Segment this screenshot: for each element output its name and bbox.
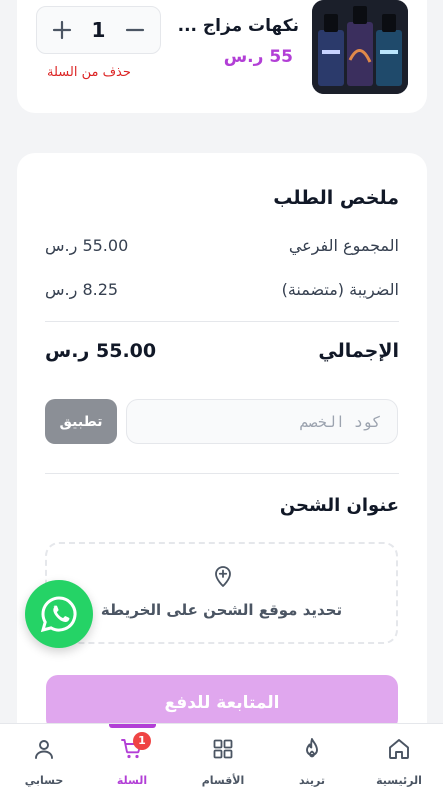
nav-label: الرئيسية	[376, 774, 422, 787]
nav-label: السلة	[116, 774, 148, 787]
map-location-label: تحديد موقع الشحن على الخريطة	[100, 601, 343, 619]
select-location-on-map-button[interactable]: تحديد موقع الشحن على الخريطة	[45, 542, 398, 644]
active-indicator	[109, 724, 156, 728]
nav-item-account[interactable]: حسابي	[0, 724, 88, 801]
subtotal-value: 55.00 ر.س	[45, 236, 129, 255]
home-icon	[389, 739, 409, 759]
shipping-title: عنوان الشحن	[279, 495, 399, 516]
apply-coupon-button[interactable]: تطبيق	[45, 399, 117, 444]
whatsapp-icon	[40, 596, 77, 633]
whatsapp-chat-button[interactable]	[25, 580, 93, 648]
subtotal-label: المجموع الفرعي	[288, 236, 399, 255]
nav-label: الأقسام	[201, 774, 245, 787]
increase-quantity-button[interactable]	[45, 13, 79, 47]
divider	[45, 321, 399, 322]
product-price: 55 ر.س	[223, 47, 293, 67]
nav-item-home[interactable]: الرئيسية	[355, 724, 443, 801]
cart-item-card: نكهات مزاج ... 55 ر.س 1 حذف من السلة	[17, 0, 427, 113]
cart-count-badge: 1	[133, 732, 151, 750]
total-label: الإجمالي	[318, 340, 399, 362]
grid-icon	[213, 739, 233, 759]
nav-item-trending[interactable]: تريند	[268, 724, 356, 801]
tax-value: 8.25 ر.س	[45, 280, 119, 299]
product-name[interactable]: نكهات مزاج ...	[178, 16, 299, 36]
quantity-value: 1	[91, 18, 106, 42]
total-value: 55.00 ر.س	[45, 340, 157, 362]
user-icon	[35, 740, 53, 759]
order-summary-card: ملخص الطلب المجموع الفرعي 55.00 ر.س الضر…	[17, 153, 427, 753]
product-image[interactable]	[312, 0, 408, 94]
minus-icon	[125, 28, 145, 32]
quantity-stepper: 1	[36, 6, 161, 54]
coupon-input[interactable]	[126, 399, 398, 444]
summary-title: ملخص الطلب	[273, 187, 399, 209]
nav-label: تريند	[299, 774, 325, 787]
flame-icon	[306, 738, 318, 758]
remove-from-cart-link[interactable]: حذف من السلة	[47, 65, 131, 80]
map-pin-plus-icon	[215, 566, 231, 587]
divider	[45, 473, 399, 474]
tax-label: الضريبة (متضمنة)	[281, 280, 399, 299]
nav-item-cart[interactable]: 1 السلة	[88, 724, 176, 801]
bottom-navigation: الرئيسية تريند الأقسام 1 السلة حسابي	[0, 723, 443, 801]
decrease-quantity-button[interactable]	[118, 13, 152, 47]
plus-icon	[52, 20, 72, 40]
nav-item-categories[interactable]: الأقسام	[179, 724, 267, 801]
nav-label: حسابي	[24, 774, 64, 787]
